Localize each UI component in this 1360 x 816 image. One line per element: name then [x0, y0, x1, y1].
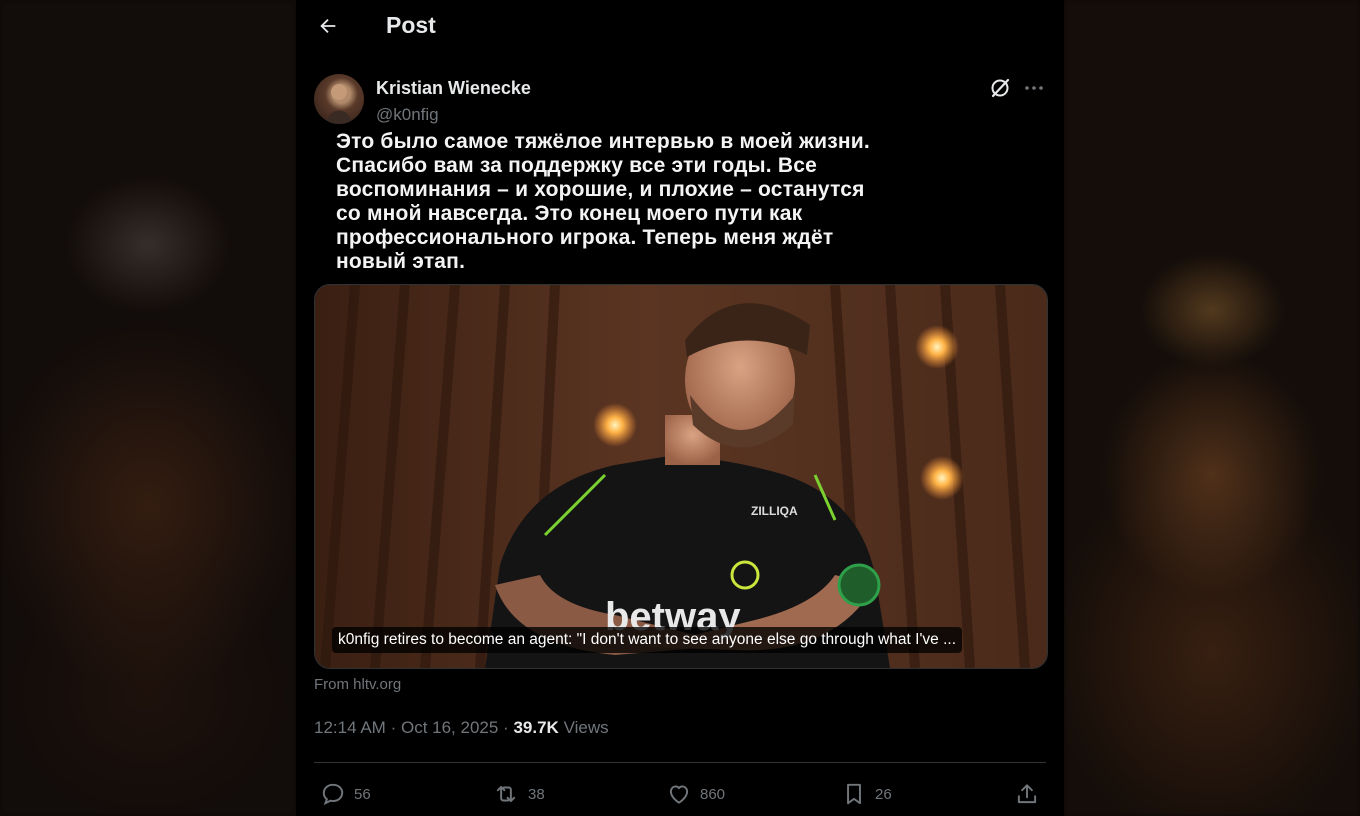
more-options-button[interactable]	[1022, 76, 1048, 102]
avatar-image	[326, 84, 352, 124]
back-button[interactable]	[314, 12, 342, 40]
like-button[interactable]: 860	[666, 780, 725, 808]
card-source-link[interactable]: From hltv.org	[314, 676, 401, 693]
author-handle[interactable]: @k0nfig	[376, 105, 439, 125]
heart-icon	[669, 785, 689, 804]
reply-button[interactable]: 56	[320, 780, 371, 808]
post-metadata: 12:14 AM · Oct 16, 2025 · 39.7K Views	[314, 718, 609, 738]
author-name[interactable]: Kristian Wienecke	[376, 78, 531, 99]
reply-icon	[322, 783, 344, 806]
repost-button[interactable]: 38	[492, 780, 545, 808]
link-card[interactable]: betway ZILLIQA k0nfig retires to become …	[314, 284, 1048, 669]
arrow-left-icon	[320, 18, 336, 34]
share-icon	[1017, 784, 1037, 804]
grok-icon	[991, 78, 1010, 98]
post-panel: Post Kristian Wienecke @k0nfig Это было …	[296, 0, 1064, 816]
card-image: betway ZILLIQA	[315, 285, 1047, 668]
page-title: Post	[386, 12, 436, 38]
like-count: 860	[700, 785, 726, 803]
post-date[interactable]: Oct 16, 2025	[401, 718, 498, 737]
card-caption: k0nfig retires to become an agent: "I do…	[332, 627, 963, 653]
jersey-partner-text: ZILLIQA	[751, 504, 798, 518]
grok-button[interactable]	[988, 76, 1014, 102]
bookmark-count: 26	[875, 785, 892, 803]
post-time[interactable]: 12:14 AM	[314, 718, 386, 737]
blurred-backdrop-left	[0, 0, 296, 816]
divider	[314, 762, 1046, 763]
reply-count: 56	[354, 785, 371, 803]
avatar[interactable]	[314, 74, 364, 124]
views-count: 39.7K	[513, 718, 559, 737]
more-horizontal-icon	[1025, 86, 1043, 90]
meta-separator: ·	[390, 718, 397, 737]
blurred-backdrop-right	[1064, 0, 1360, 816]
views-label: Views	[563, 718, 609, 737]
bookmark-button[interactable]: 26	[841, 780, 892, 808]
post-header: Post	[296, 0, 1064, 54]
meta-separator: ·	[503, 718, 509, 737]
repost-icon	[496, 785, 516, 803]
share-button[interactable]	[1014, 780, 1040, 808]
repost-count: 38	[528, 785, 545, 803]
post-text: Это было самое тяжёлое интервью в моей ж…	[336, 130, 870, 273]
bookmark-icon	[847, 783, 861, 805]
